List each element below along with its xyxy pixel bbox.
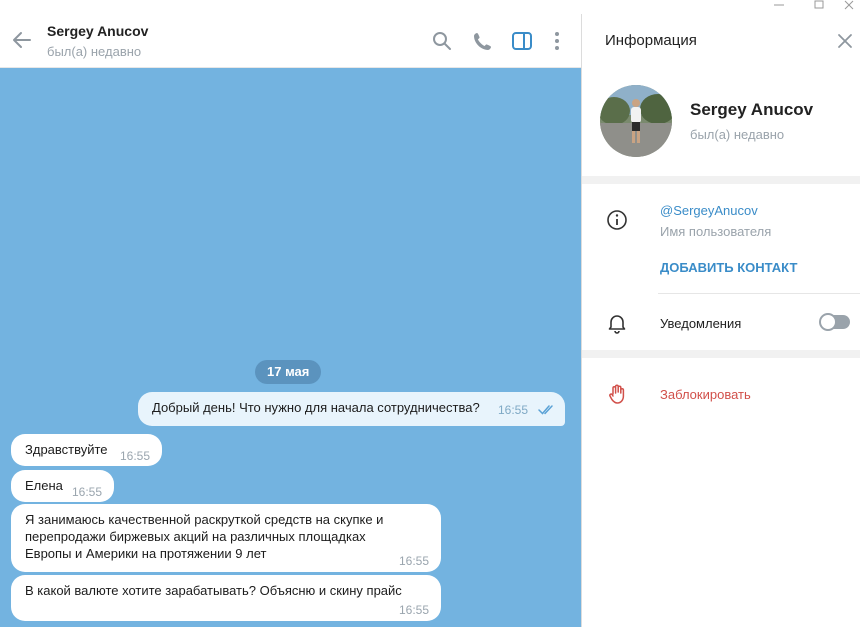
message-text: Здравствуйте [25, 442, 108, 457]
maximize-icon[interactable] [812, 0, 826, 10]
add-contact-button[interactable]: ДОБАВИТЬ КОНТАКТ [660, 260, 797, 275]
message-text-line: перепродажи биржевых акций на различных … [25, 529, 366, 544]
notifications-label: Уведомления [660, 316, 742, 331]
minimize-icon[interactable] [772, 0, 786, 10]
back-arrow-icon[interactable] [10, 28, 34, 52]
message-time: 16:55 [498, 403, 529, 417]
message-text: Елена [25, 478, 63, 493]
message-text: Добрый день! Что нужно для начала сотруд… [152, 400, 480, 415]
bell-icon [608, 315, 626, 334]
info-icon [607, 210, 627, 230]
message-time: 16:55 [399, 554, 430, 568]
more-vertical-icon[interactable] [546, 30, 568, 52]
message-bubble-incoming[interactable]: Здравствуйте 16:55 [11, 434, 162, 466]
username-link[interactable]: @SergeyAnucov [660, 203, 758, 218]
message-list[interactable]: 17 мая Добрый день! Что нужно для начала… [0, 68, 581, 627]
toggle-knob [819, 313, 837, 331]
message-text: В какой валюте хотите зарабатывать? Объя… [25, 583, 402, 598]
read-checkmarks-icon [538, 405, 553, 415]
message-time: 16:55 [399, 603, 430, 617]
search-icon[interactable] [431, 30, 453, 52]
message-text-line: Европы и Америки на протяжении 9 лет [25, 546, 267, 561]
divider [658, 293, 860, 294]
message-bubble-incoming[interactable]: Елена 16:55 [11, 470, 114, 502]
chat-title[interactable]: Sergey Anucov [47, 23, 148, 39]
chat-panel: Sergey Anucov был(а) недавно 17 мая Добр… [0, 14, 581, 627]
avatar[interactable] [600, 85, 672, 157]
info-panel-title: Информация [605, 32, 697, 49]
profile-status: был(а) недавно [690, 127, 785, 142]
side-panel-icon[interactable] [511, 30, 533, 52]
section-separator [582, 176, 860, 184]
message-time: 16:55 [120, 449, 151, 463]
chat-status: был(а) недавно [47, 44, 142, 59]
message-bubble-outgoing[interactable]: Добрый день! Что нужно для начала сотруд… [138, 392, 565, 426]
avatar-photo [600, 85, 672, 157]
message-text-line: Я занимаюсь качественной раскруткой сред… [25, 512, 384, 527]
close-icon[interactable] [836, 32, 854, 50]
profile-name: Sergey Anucov [690, 100, 814, 119]
hand-icon [609, 384, 625, 404]
info-panel: Информация Sergey Anucov был(а) недавно … [582, 14, 860, 627]
phone-icon[interactable] [472, 30, 494, 52]
section-separator [582, 350, 860, 358]
message-bubble-incoming[interactable]: В какой валюте хотите зарабатывать? Объя… [11, 575, 441, 621]
message-bubble-incoming[interactable]: Я занимаюсь качественной раскруткой сред… [11, 504, 441, 572]
message-time: 16:55 [72, 485, 103, 499]
window-titlebar [0, 0, 860, 14]
notifications-toggle[interactable] [819, 313, 850, 331]
chat-header: Sergey Anucov был(а) недавно [0, 14, 581, 68]
window-close-icon[interactable] [842, 0, 856, 10]
username-caption: Имя пользователя [660, 224, 772, 239]
block-user-button[interactable]: Заблокировать [660, 387, 751, 402]
date-separator: 17 мая [255, 360, 322, 384]
